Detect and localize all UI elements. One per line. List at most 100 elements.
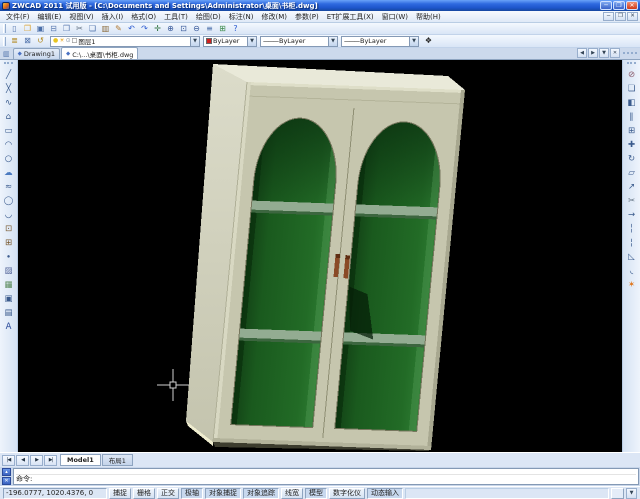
linetype-select[interactable]: ——— ByLayer ▼ [260, 36, 338, 47]
layer-match-icon[interactable]: ❖ [422, 36, 435, 47]
tablet-toggle[interactable]: 数字化仪 [329, 488, 365, 499]
osnap-toggle[interactable]: 对象捕捉 [205, 488, 241, 499]
chevron-down-icon[interactable]: ▼ [247, 37, 256, 46]
circle-icon[interactable]: ○ [1, 152, 16, 166]
line-icon[interactable]: ╱ [1, 68, 16, 82]
menu-tools[interactable]: 工具(T) [160, 11, 192, 23]
save-file-icon[interactable]: ▣ [34, 23, 47, 34]
ortho-toggle[interactable]: 正交 [157, 488, 179, 499]
mdi-close-button[interactable]: ✕ [627, 12, 638, 21]
mdi-minimize-button[interactable]: ─ [603, 12, 614, 21]
menu-help[interactable]: 帮助(H) [412, 11, 445, 23]
model-space-toggle[interactable]: 模型 [305, 488, 327, 499]
last-tab-button[interactable]: ▶| [44, 455, 57, 466]
move-icon[interactable]: ✚ [624, 138, 639, 152]
minimize-button[interactable]: ─ [600, 1, 612, 10]
status-menu-button[interactable]: ▼ [626, 488, 637, 499]
menu-file[interactable]: 文件(F) [2, 11, 34, 23]
paste-icon[interactable]: ▥ [99, 23, 112, 34]
command-window[interactable]: 命令: [13, 468, 639, 485]
design-center-icon[interactable]: ⊞ [216, 23, 229, 34]
layout1-tab[interactable]: 布局1 [102, 454, 133, 466]
polar-toggle[interactable]: 极轴 [181, 488, 203, 499]
menu-insert[interactable]: 插入(I) [98, 11, 128, 23]
polygon-icon[interactable]: ⌂ [1, 110, 16, 124]
dyn-input-toggle[interactable]: 动态输入 [367, 488, 403, 499]
extend-icon[interactable]: → [624, 208, 639, 222]
layer-thaw-sun-icon[interactable]: ☀ [59, 38, 64, 44]
break-at-point-icon[interactable]: ╎ [624, 222, 639, 236]
first-tab-button[interactable]: |◀ [2, 455, 15, 466]
new-file-icon[interactable]: ▯ [8, 23, 21, 34]
layer-on-bulb-icon[interactable]: ● [53, 38, 58, 44]
menu-view[interactable]: 视图(V) [65, 11, 97, 23]
revision-cloud-icon[interactable]: ☁ [1, 166, 16, 180]
rotate-icon[interactable]: ↻ [624, 152, 639, 166]
menu-et-tools[interactable]: ET扩展工具(X) [323, 11, 378, 23]
toolbar-grip[interactable] [623, 52, 637, 56]
redo-icon[interactable]: ↷ [138, 23, 151, 34]
open-file-icon[interactable]: ❐ [21, 23, 34, 34]
ellipse-arc-icon[interactable]: ◡ [1, 208, 16, 222]
insert-block-icon[interactable]: ⊡ [1, 222, 16, 236]
ellipse-icon[interactable]: ◯ [1, 194, 16, 208]
pan-icon[interactable]: ✛ [151, 23, 164, 34]
close-button[interactable]: ✕ [626, 1, 638, 10]
tab-scroll-right-button[interactable]: ▶ [588, 48, 598, 58]
model-tab[interactable]: Model1 [60, 454, 101, 466]
tab-close-button[interactable]: ✕ [610, 48, 620, 58]
chevron-down-icon[interactable]: ▼ [328, 37, 337, 46]
doc-tab-shugui[interactable]: ◆ C:\...\桌面\书柜.dwg [61, 47, 138, 59]
point-icon[interactable]: ∙ [1, 250, 16, 264]
drawing-canvas[interactable] [18, 60, 622, 452]
construction-line-icon[interactable]: ╳ [1, 82, 16, 96]
restore-button[interactable]: ❐ [613, 1, 625, 10]
menu-edit[interactable]: 编辑(E) [34, 11, 66, 23]
prev-tab-button[interactable]: ◀ [16, 455, 29, 466]
layer-previous-icon[interactable]: ↺ [34, 36, 47, 47]
command-close-button[interactable]: ✕ [2, 477, 11, 485]
mdi-restore-button[interactable]: ❐ [615, 12, 626, 21]
region-icon[interactable]: ▣ [1, 292, 16, 306]
toolbar-grip[interactable] [3, 37, 6, 46]
layer-color-swatch-icon[interactable]: □ [72, 38, 78, 44]
erase-icon[interactable]: ⊘ [624, 68, 639, 82]
mtext-icon[interactable]: A [1, 320, 16, 334]
table-icon[interactable]: ▤ [1, 306, 16, 320]
grid-toggle[interactable]: 栅格 [133, 488, 155, 499]
doc-tab-drawing1[interactable]: ◆ Drawing1 [13, 48, 60, 59]
menu-format[interactable]: 格式(O) [127, 11, 160, 23]
cut-icon[interactable]: ✂ [73, 23, 86, 34]
properties-icon[interactable]: ≡ [203, 23, 216, 34]
menu-parametric[interactable]: 参数(P) [291, 11, 323, 23]
otrack-toggle[interactable]: 对象追踪 [243, 488, 279, 499]
gradient-icon[interactable]: ▦ [1, 278, 16, 292]
offset-icon[interactable]: ∥ [624, 110, 639, 124]
rectangle-icon[interactable]: ▭ [1, 124, 16, 138]
lineweight-select[interactable]: ——— ByLayer ▼ [341, 36, 419, 47]
hatch-icon[interactable]: ▨ [1, 264, 16, 278]
zoom-window-icon[interactable]: ⊡ [177, 23, 190, 34]
mirror-icon[interactable]: ◧ [624, 96, 639, 110]
menu-window[interactable]: 窗口(W) [378, 11, 412, 23]
status-tray-box[interactable] [611, 488, 624, 499]
fillet-icon[interactable]: ◟ [624, 264, 639, 278]
spline-icon[interactable]: ≈ [1, 180, 16, 194]
scale-icon[interactable]: ▱ [624, 166, 639, 180]
tab-menu-button[interactable]: ▼ [599, 48, 609, 58]
next-tab-button[interactable]: ▶ [30, 455, 43, 466]
copy-object-icon[interactable]: ❏ [624, 82, 639, 96]
chamfer-icon[interactable]: ◺ [624, 250, 639, 264]
print-preview-icon[interactable]: ❒ [60, 23, 73, 34]
toolbar-grip[interactable] [627, 62, 636, 66]
menu-dimension[interactable]: 标注(N) [225, 11, 258, 23]
zoom-previous-icon[interactable]: ⊖ [190, 23, 203, 34]
zoom-realtime-icon[interactable]: ⊕ [164, 23, 177, 34]
lineweight-toggle[interactable]: 线宽 [281, 488, 303, 499]
layer-manager-icon[interactable]: ≣ [8, 36, 21, 47]
make-block-icon[interactable]: ⊞ [1, 236, 16, 250]
stretch-icon[interactable]: ↗ [624, 180, 639, 194]
explode-icon[interactable]: ✶ [624, 278, 639, 292]
trim-icon[interactable]: ✂ [624, 194, 639, 208]
array-icon[interactable]: ⊞ [624, 124, 639, 138]
